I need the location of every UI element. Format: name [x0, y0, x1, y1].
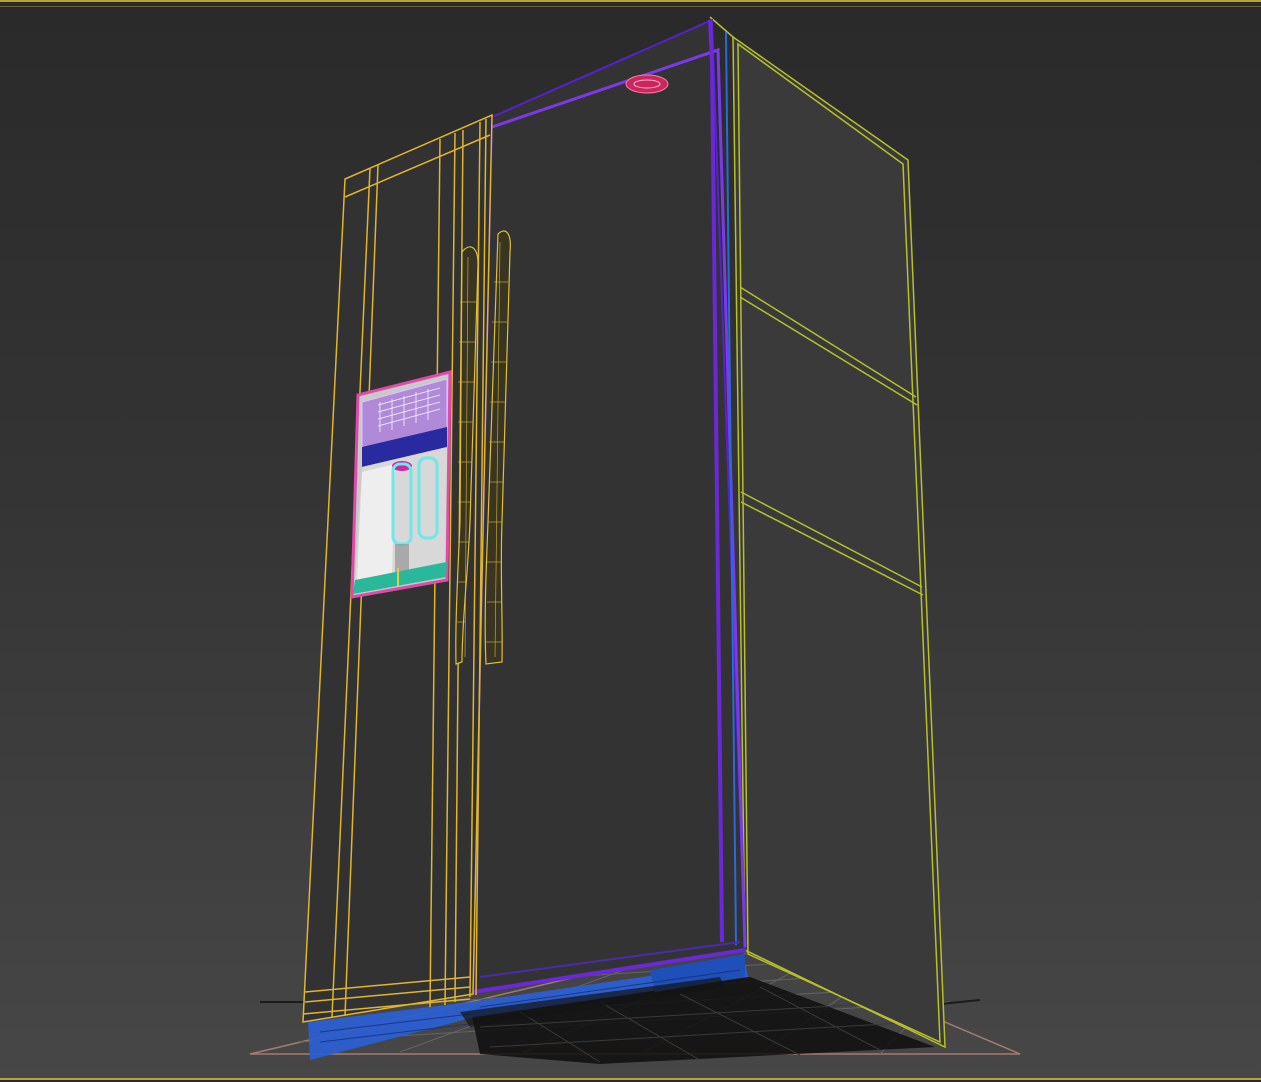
- ice-water-dispenser[interactable]: [350, 370, 452, 599]
- cabinet-body[interactable]: [709, 16, 946, 1049]
- 3d-viewport[interactable]: [0, 0, 1261, 1080]
- fridge-door[interactable]: [471, 18, 747, 994]
- brand-badge: [625, 74, 669, 94]
- viewport-scene[interactable]: [0, 2, 1261, 1082]
